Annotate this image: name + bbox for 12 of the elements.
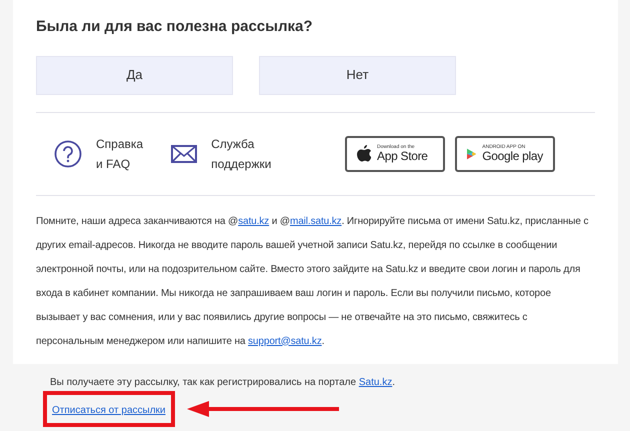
help-link[interactable]: Справка и FAQ xyxy=(96,134,144,174)
survey-title: Была ли для вас полезна рассылка? xyxy=(36,17,314,37)
footer-text: Вы получаете эту рассылку, так как регистрировались на портале Satu.kz. xyxy=(50,376,396,390)
site-link[interactable]: Satu.kz xyxy=(358,376,392,388)
email-link[interactable]: satu.kz xyxy=(238,216,270,226)
answer-button[interactable]: Да xyxy=(36,56,233,94)
notice-text: Помните, наши адреса заканчиваются на @satu.kz и @mail.satu.kz. Игнорируйте письма от имени Satu.kz, присланные с других email-адресов. Никогда не вводите пароль вашей учетной записи Satu.kz, перейдя по ссылке в сообщении электронной почты, или на подозрительном сайте. Вместо этого зайдите на Satu.kz и введите свои логин и пароль для входа в кабинет компании. Мы никогда не запрашиваем ваш логин и пароль. Если вы получили письмо, которое вызывает у вас сомнения, или у вас появились другие вопросы — не отвечайте на это письмо, свяжитесь с персональным менеджером или напишите на support@satu.kz. xyxy=(36,214,590,348)
email-link[interactable]: mail.satu.kz xyxy=(290,216,342,226)
email-link[interactable]: support@satu.kz xyxy=(248,336,322,346)
support-link[interactable]: Служба поддержки xyxy=(211,134,272,174)
answer-button[interactable]: Нет xyxy=(259,56,456,94)
unsubscribe-link[interactable]: Отписаться от рассылки xyxy=(52,404,166,416)
